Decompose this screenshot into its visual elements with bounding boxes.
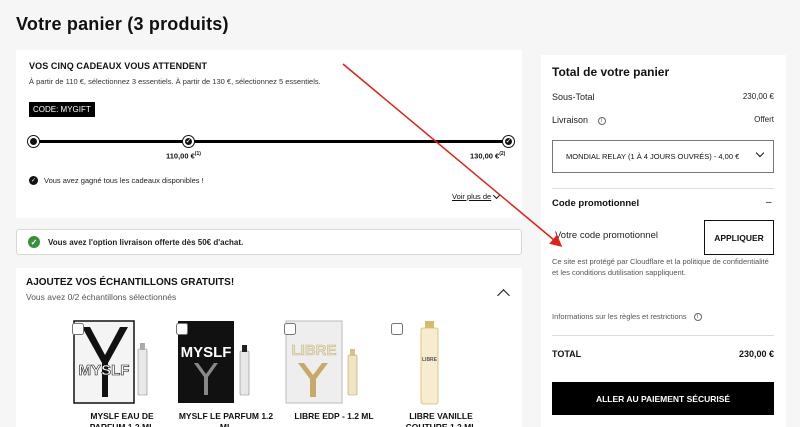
secure-checkout-button[interactable]: ALLER AU PAIEMENT SÉCURISÉ xyxy=(552,382,774,415)
sample-name: MYSLF EAU DE PARFUM 1.2 ML xyxy=(89,411,155,427)
subtotal-label: Sous-Total xyxy=(552,92,595,102)
sample-image-myslf-edp: MYSLF xyxy=(72,319,160,405)
rules-info-link[interactable]: Informations sur les règles et restricti… xyxy=(552,312,702,321)
info-icon[interactable]: i xyxy=(597,116,606,125)
svg-text:MYSLF: MYSLF xyxy=(181,344,232,361)
sample-checkbox[interactable] xyxy=(72,323,84,335)
promo-title: Code promotionnel xyxy=(552,198,640,209)
subtotal-row: Sous-Total 230,00 € xyxy=(552,92,774,102)
see-more-label: Voir plus de xyxy=(452,192,492,201)
chevron-down-icon xyxy=(493,191,501,199)
svg-text:LIBRE: LIBRE xyxy=(422,357,438,363)
subtotal-value: 230,00 € xyxy=(742,92,774,101)
sample-name: MYSLF LE PARFUM 1.2 ML xyxy=(178,411,274,427)
check-circle-icon: ✓ xyxy=(29,176,38,185)
svg-text:LIBRE: LIBRE xyxy=(292,342,337,359)
summary-title: Total de votre panier xyxy=(552,65,670,79)
rules-label: Informations sur les règles et restricti… xyxy=(552,312,687,321)
page-title: Votre panier (3 produits) xyxy=(16,14,229,34)
shipping-label-wrap: Livraison i xyxy=(552,115,606,125)
chevron-down-icon xyxy=(755,148,765,158)
shipping-method-value: MONDIAL RELAY (1 À 4 JOURS OUVRÉS) - 4,0… xyxy=(566,152,740,161)
divider xyxy=(552,335,774,336)
total-row: TOTAL 230,00 € xyxy=(552,349,774,359)
shipping-method-select[interactable]: MONDIAL RELAY (1 À 4 JOURS OUVRÉS) - 4,0… xyxy=(552,140,774,173)
sample-checkbox[interactable] xyxy=(391,323,403,335)
apply-promo-button[interactable]: APPLIQUER xyxy=(704,220,774,255)
gifts-heading: VOS CINQ CADEAUX VOUS ATTENDENT xyxy=(29,61,208,71)
see-more-link[interactable]: Voir plus de xyxy=(452,191,501,201)
shipping-value: Offert xyxy=(754,115,774,124)
gift-code-badge: CODE: MYGIFT xyxy=(29,102,95,117)
samples-panel: AJOUTEZ VOS ÉCHANTILLONS GRATUITS! Vous … xyxy=(16,268,522,427)
gifts-won-text: Vous avez gagné tous les cadeaux disponi… xyxy=(44,176,204,185)
progress-start-dot xyxy=(28,136,39,147)
divider xyxy=(552,188,774,189)
milestone-2-label: 130,00 €(2) xyxy=(470,151,506,161)
shipping-label: Livraison xyxy=(552,115,589,125)
samples-heading: AJOUTEZ VOS ÉCHANTILLONS GRATUITS! xyxy=(26,277,235,288)
gifts-description: À partir de 110 €, sélectionnez 3 essent… xyxy=(29,77,321,86)
sample-name: LIBRE VANILLE COUTURE 1.2 ML xyxy=(405,411,477,427)
sample-image-libre-vanille: LIBRE xyxy=(391,319,479,405)
sample-name: LIBRE EDP - 1.2 ML xyxy=(294,411,374,421)
shipping-row: Livraison i Offert xyxy=(552,115,774,125)
samples-subtitle: Vous avez 0/2 échantillons sélectionnés xyxy=(26,292,177,302)
sample-checkbox[interactable] xyxy=(176,323,188,335)
notice-text: Vous avez l'option livraison offerte dès… xyxy=(48,237,244,247)
total-value: 230,00 € xyxy=(738,349,774,359)
captcha-disclaimer: Ce site est protégé par Cloudflare et la… xyxy=(552,257,769,277)
milestone-1-label: 110,00 €(1) xyxy=(166,151,201,161)
info-icon: i xyxy=(693,312,702,321)
promo-collapse-toggle[interactable]: – xyxy=(766,197,772,208)
promo-code-input[interactable] xyxy=(552,220,702,250)
cart-summary-panel: Total de votre panier Sous-Total 230,00 … xyxy=(541,55,786,427)
sample-image-myslf-le-parfum: MYSLF xyxy=(176,319,264,405)
free-shipping-notice: ✓ Vous avez l'option livraison offerte d… xyxy=(16,229,522,255)
milestone-1-check-icon: ✓ xyxy=(183,136,194,147)
gift-progress-track xyxy=(32,140,510,143)
gifts-won-message: ✓ Vous avez gagné tous les cadeaux dispo… xyxy=(29,176,204,185)
sample-image-libre-edp: LIBRE xyxy=(284,319,372,405)
gifts-panel: VOS CINQ CADEAUX VOUS ATTENDENT À partir… xyxy=(16,50,522,218)
svg-text:MYSLF: MYSLF xyxy=(79,362,130,379)
sample-checkbox[interactable] xyxy=(284,323,296,335)
collapse-chevron-up-icon[interactable] xyxy=(497,289,510,302)
total-label: TOTAL xyxy=(552,349,582,359)
milestone-2-check-icon: ✓ xyxy=(503,136,514,147)
success-check-icon: ✓ xyxy=(28,236,40,248)
